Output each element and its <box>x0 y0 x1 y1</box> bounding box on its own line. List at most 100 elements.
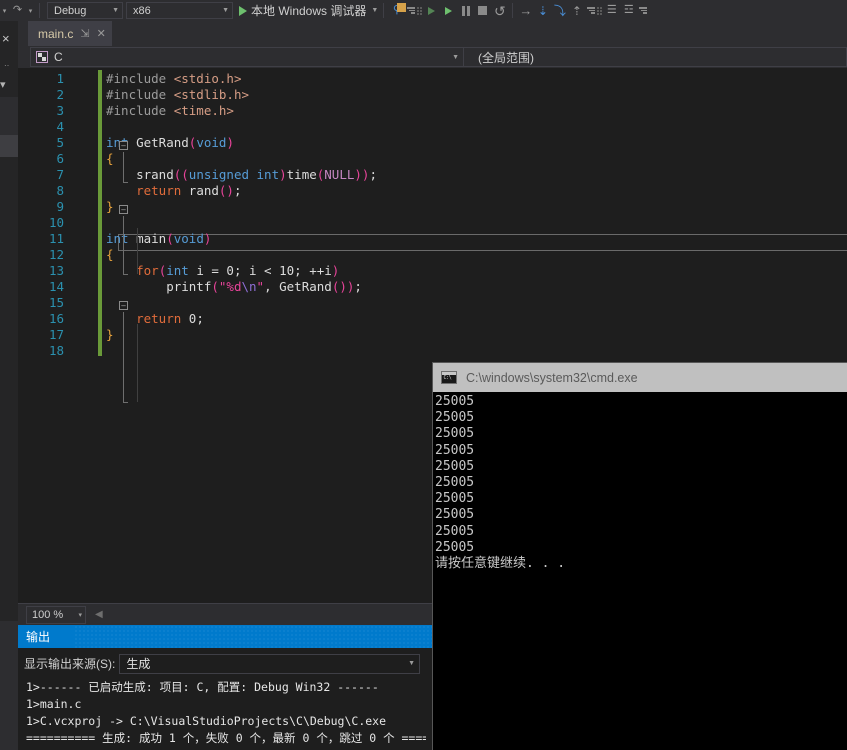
fold-toggle-line-1[interactable]: – <box>119 141 128 150</box>
code-token: i = 0; i < 10; ++i <box>188 263 332 278</box>
code-line[interactable] <box>18 119 847 135</box>
fold-guide-includes-foot <box>123 182 128 183</box>
fold-guide-main-foot <box>123 402 128 403</box>
code-line-text: return 0; <box>106 311 204 326</box>
close-icon[interactable]: ✕ <box>97 27 106 40</box>
code-line[interactable]: } <box>18 199 847 215</box>
toolbar-divider <box>383 3 385 18</box>
code-token: srand <box>106 167 174 182</box>
code-line[interactable]: #include <stdio.h> <box>18 71 847 87</box>
code-line[interactable]: #include <time.h> <box>18 103 847 119</box>
fold-guide-getrand <box>123 216 124 274</box>
code-token: } <box>106 199 114 214</box>
chevron-down-icon: ▼ <box>408 660 415 667</box>
close-icon[interactable]: × <box>2 31 10 46</box>
code-token: time <box>286 167 317 182</box>
tab-label: main.c <box>38 26 74 41</box>
code-token: () <box>218 183 234 198</box>
run-button-label: 本地 Windows 调试器 <box>251 4 367 18</box>
code-line[interactable] <box>18 343 847 359</box>
code-line[interactable]: int main(void) <box>18 231 847 247</box>
fold-toggle-line-11[interactable]: – <box>119 301 128 310</box>
restart-icon[interactable]: ↺ <box>491 2 508 19</box>
play-icon <box>239 5 247 16</box>
configuration-dropdown[interactable]: Debug ▼ <box>47 2 123 19</box>
output-source-dropdown[interactable]: 生成 ▼ <box>119 653 420 674</box>
visual-studio-window: ▾ ↷ ▾ Debug ▼ x86 ▼ 本地 Windows 调试器 ▼ ⚲ ↺ <box>0 0 847 750</box>
editor-navigation-bar: C ▼ (全局范围) <box>18 46 847 68</box>
project-dropdown[interactable]: C ▼ <box>30 47 464 67</box>
code-token: main <box>128 231 167 246</box>
zoom-level-dropdown[interactable]: 100 % ▾ <box>26 605 86 624</box>
project-value: C <box>54 50 63 64</box>
output-source-value: 生成 <box>126 657 151 671</box>
scope-dropdown[interactable]: (全局范围) <box>464 47 847 67</box>
tab-main-c[interactable]: main.c ⇲ ✕ <box>28 21 112 46</box>
redo-dropdown-caret[interactable]: ▾ <box>26 7 35 15</box>
code-line[interactable]: return rand(); <box>18 183 847 199</box>
toolbar-overflow-icon-2[interactable] <box>587 7 596 14</box>
toolbar-overflow-icon-3[interactable] <box>639 7 648 14</box>
code-token: %d <box>226 279 242 294</box>
code-token: )) <box>354 167 370 182</box>
scroll-left-arrow-icon[interactable]: ◀ <box>95 609 103 620</box>
left-strip-zoom-row[interactable]: ▾ <box>0 73 18 95</box>
tab-output[interactable]: 输出 <box>18 625 58 648</box>
stop-icon[interactable] <box>474 2 491 19</box>
console-window[interactable]: C:\windows\system32\cmd.exe 25005 25005 … <box>433 363 847 750</box>
start-debug-icon[interactable] <box>423 2 440 19</box>
code-line[interactable]: { <box>18 151 847 167</box>
code-line[interactable] <box>18 295 847 311</box>
undo-dropdown-caret[interactable]: ▾ <box>0 7 9 15</box>
step-into-icon[interactable]: ⇣ <box>534 2 551 19</box>
output-source-label: 显示输出来源(S): <box>24 657 116 671</box>
console-output: 25005 25005 25005 25005 25005 25005 2500… <box>433 392 847 750</box>
code-line-text: int main(void) <box>106 231 211 246</box>
code-token: ( <box>166 231 174 246</box>
code-token: return <box>136 183 182 198</box>
code-line-text: { <box>106 247 114 262</box>
panel-handle-icon[interactable]: ‥ <box>4 59 10 68</box>
chevron-down-icon: ▾ <box>78 611 82 619</box>
code-token: void <box>196 135 227 150</box>
redo-icon[interactable]: ↷ <box>9 2 26 19</box>
code-line[interactable]: int GetRand(void) <box>18 135 847 151</box>
fold-toggle-line-5[interactable]: – <box>119 205 128 214</box>
code-token: ) <box>279 167 287 182</box>
console-title-bar[interactable]: C:\windows\system32\cmd.exe <box>433 363 847 392</box>
code-line[interactable]: #include <stdlib.h> <box>18 87 847 103</box>
outdent-icon[interactable]: ☲ <box>620 2 637 19</box>
code-line[interactable]: for(int i = 0; i < 10; ++i) <box>18 263 847 279</box>
code-token: #include <box>106 103 174 118</box>
show-next-statement-icon[interactable]: → <box>517 2 534 19</box>
step-over-icon[interactable]: ⤵ <box>551 2 568 19</box>
pause-icon[interactable] <box>457 2 474 19</box>
code-token: { <box>106 151 114 166</box>
code-token: ) <box>331 263 340 278</box>
code-token: { <box>106 247 114 262</box>
code-token: int <box>166 263 189 278</box>
toolbar-more-dots-icon[interactable] <box>415 4 423 17</box>
code-token: } <box>106 327 114 342</box>
output-tab-label: 输出 <box>26 630 51 644</box>
code-token: unsigned int <box>188 167 280 182</box>
pin-icon[interactable]: ⇲ <box>80 27 89 40</box>
platform-dropdown[interactable]: x86 ▼ <box>126 2 233 19</box>
code-line[interactable]: return 0; <box>18 311 847 327</box>
code-line[interactable] <box>18 215 847 231</box>
start-without-debugging-icon[interactable] <box>440 2 457 19</box>
indent-icon[interactable]: ☰ <box>603 2 620 19</box>
code-line[interactable]: { <box>18 247 847 263</box>
start-debugging-button[interactable]: 本地 Windows 调试器 ▼ <box>239 2 379 19</box>
toolbar-more-dots-icon-2[interactable] <box>595 4 603 17</box>
attach-to-process-icon[interactable]: ⚲ <box>388 2 407 19</box>
main-toolbar: ▾ ↷ ▾ Debug ▼ x86 ▼ 本地 Windows 调试器 ▼ ⚲ ↺ <box>0 0 847 21</box>
document-tab-strip: main.c ⇲ ✕ <box>18 21 847 46</box>
code-line[interactable]: srand((unsigned int)time(NULL)); <box>18 167 847 183</box>
code-line[interactable]: } <box>18 327 847 343</box>
code-token: #include <box>106 87 174 102</box>
step-out-icon[interactable]: ⇡ <box>568 2 585 19</box>
code-line[interactable]: printf("%d\n", GetRand()); <box>18 279 847 295</box>
toolbar-overflow-icon[interactable] <box>407 7 416 14</box>
